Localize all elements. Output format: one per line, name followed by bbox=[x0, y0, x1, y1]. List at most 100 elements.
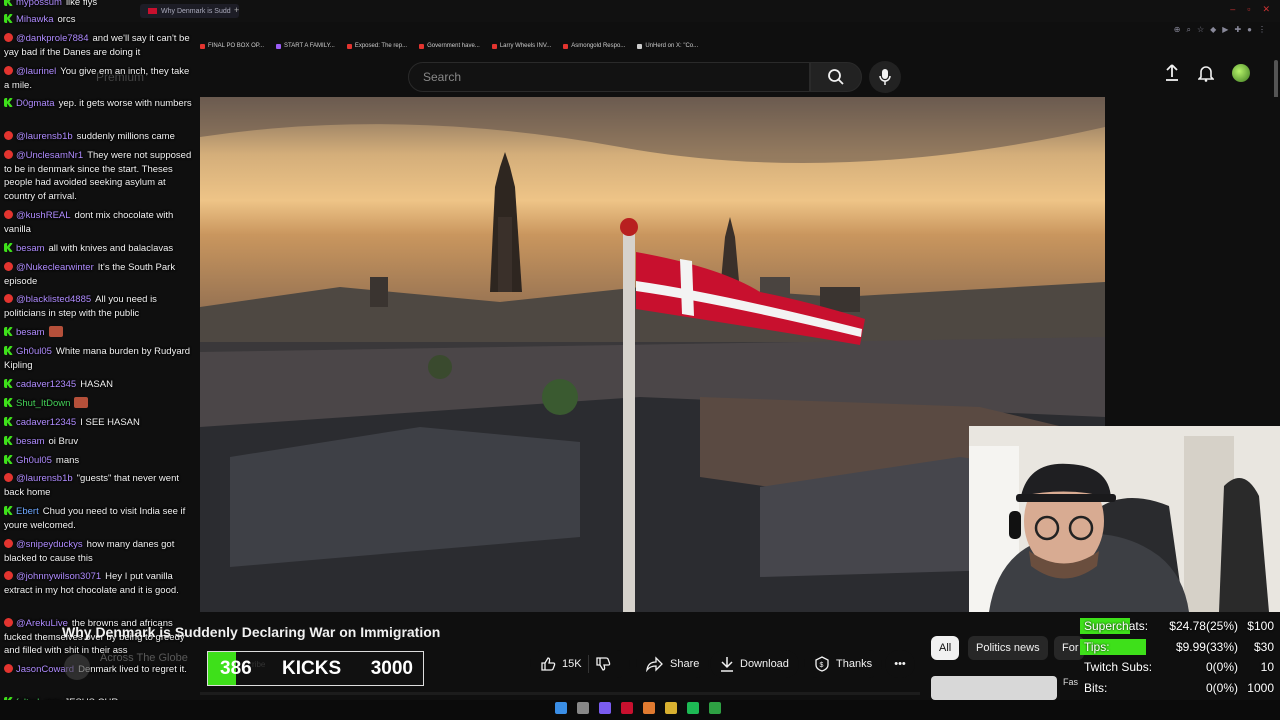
minimize-icon[interactable]: – bbox=[1230, 4, 1235, 15]
search-box[interactable] bbox=[408, 62, 810, 92]
chat-message: @laurensb1b suddenly millions came bbox=[4, 130, 196, 144]
profile-icon[interactable]: ● bbox=[1247, 25, 1252, 35]
twitch-app-icon[interactable] bbox=[599, 702, 611, 714]
description-box-edge bbox=[200, 692, 920, 695]
chat-username[interactable]: @johnnywilson3071 bbox=[16, 571, 101, 582]
kicks-current: 386 bbox=[220, 658, 252, 679]
chat-message: Ebert Chud you need to visit India see if… bbox=[4, 505, 196, 532]
zoom-icon[interactable]: ⊕ bbox=[1174, 25, 1181, 35]
chat-username[interactable]: mypossum bbox=[16, 0, 62, 8]
new-tab-button[interactable]: + bbox=[234, 5, 239, 15]
recommended-thumbnail[interactable] bbox=[931, 676, 1057, 700]
notifications-bell-icon[interactable] bbox=[1198, 64, 1214, 82]
more-actions-button[interactable]: ••• bbox=[885, 650, 915, 678]
subscribe-button-fragment[interactable]: ribe bbox=[252, 660, 265, 669]
channel-name[interactable]: Across The Globe bbox=[100, 652, 188, 664]
search-button[interactable] bbox=[810, 62, 862, 92]
goal-value: $9.99(33%) bbox=[1175, 639, 1238, 654]
chat-username[interactable]: besam bbox=[16, 243, 45, 254]
download-label: Download bbox=[740, 658, 789, 670]
share-button[interactable]: Share bbox=[636, 650, 710, 678]
bookmark-star-icon[interactable]: ☆ bbox=[1197, 25, 1204, 35]
bookmark-item[interactable]: Government have... bbox=[419, 43, 480, 49]
download-button[interactable]: Download bbox=[710, 650, 799, 678]
menu-icon[interactable]: ⋮ bbox=[1258, 25, 1266, 35]
kick-icon bbox=[4, 417, 13, 426]
kicks-label: KICKS bbox=[282, 658, 342, 679]
search-icon bbox=[828, 69, 844, 85]
upload-icon[interactable] bbox=[1164, 64, 1180, 82]
bookmark-favicon-icon bbox=[200, 43, 205, 49]
chat-username[interactable]: Shut_ItDown bbox=[16, 398, 70, 409]
chat-username[interactable]: @UnclesamNr1 bbox=[16, 150, 83, 161]
chip-politics-news[interactable]: Politics news bbox=[968, 636, 1048, 660]
chat-username[interactable]: cadaver12345 bbox=[16, 379, 76, 390]
chat-username[interactable]: Ebert bbox=[16, 506, 39, 517]
header-actions bbox=[1164, 64, 1250, 82]
chat-username[interactable]: Gh0ul05 bbox=[16, 455, 52, 466]
thanks-button[interactable]: $ Thanks bbox=[804, 650, 883, 678]
search-input[interactable] bbox=[421, 69, 809, 85]
windows-start-icon[interactable] bbox=[555, 702, 567, 714]
bookmark-item[interactable]: Asmongold Respo... bbox=[563, 43, 625, 49]
dislike-icon[interactable] bbox=[595, 656, 611, 672]
bookmark-item[interactable]: UnHerd on X: "Co... bbox=[637, 43, 698, 49]
chat-username[interactable]: @laurensb1b bbox=[16, 473, 73, 484]
bookmark-favicon-icon bbox=[276, 43, 282, 49]
share-icon bbox=[646, 656, 663, 672]
like-icon[interactable] bbox=[540, 656, 556, 672]
bookmark-item[interactable]: Larry Wheels INV... bbox=[491, 43, 552, 49]
bookmark-favicon-icon bbox=[563, 43, 569, 49]
chat-username[interactable]: Mihawka bbox=[16, 14, 54, 25]
obs-app-icon[interactable] bbox=[621, 702, 633, 714]
extensions-bar: ⊕ ⌕ ☆ ◆ ▶ ✚ ● ⋮ bbox=[1174, 25, 1266, 35]
chat-message: besam all with knives and balaclavas bbox=[4, 242, 196, 256]
chat-username[interactable]: besam bbox=[16, 327, 45, 338]
search-page-icon[interactable]: ⌕ bbox=[1186, 25, 1190, 35]
bookmark-item[interactable]: START A FAMILY... bbox=[276, 43, 335, 49]
kick-icon bbox=[4, 14, 13, 23]
kick-app-icon[interactable] bbox=[709, 702, 721, 714]
chat-username[interactable]: @ArekuLive bbox=[16, 618, 68, 629]
play-extension-icon[interactable]: ▶ bbox=[1222, 25, 1228, 35]
like-count[interactable]: 15K bbox=[562, 658, 582, 670]
chat-username[interactable]: @laurinel bbox=[16, 66, 56, 77]
bookmark-item[interactable]: FINAL PO BOX OP... bbox=[200, 43, 264, 49]
chat-overlay: mypossum like flys Mihawka orcs @dankprole78… bbox=[0, 0, 198, 720]
bookmark-label: UnHerd on X: "Co... bbox=[645, 43, 699, 49]
chat-username[interactable]: @kushREAL bbox=[16, 210, 71, 221]
close-icon[interactable]: ✕ bbox=[1262, 4, 1270, 15]
taskbar-search-icon[interactable] bbox=[577, 702, 589, 714]
puzzle-icon[interactable]: ✚ bbox=[1234, 25, 1241, 35]
kick-icon bbox=[4, 455, 13, 464]
chat-username[interactable]: @Nukeclearwinter bbox=[16, 262, 94, 273]
youtube-icon bbox=[4, 33, 13, 42]
bookmark-label: Larry Wheels INV... bbox=[499, 43, 552, 49]
chat-username[interactable]: cadaver12345 bbox=[16, 417, 76, 428]
maximize-icon[interactable]: ▫ bbox=[1247, 4, 1250, 15]
account-avatar[interactable] bbox=[1232, 64, 1250, 82]
chat-username[interactable]: Gh0ul05 bbox=[16, 346, 52, 357]
recommended-title[interactable]: Fas bbox=[1063, 677, 1078, 687]
extension-icon[interactable]: ◆ bbox=[1210, 25, 1216, 35]
more-icon: ••• bbox=[894, 658, 906, 670]
kick-icon bbox=[4, 398, 13, 407]
spotify-app-icon[interactable] bbox=[687, 702, 699, 714]
chat-message: @kushREAL dont mix chocolate with vanilla bbox=[4, 209, 196, 236]
chat-username[interactable]: @laurensb1b bbox=[16, 131, 73, 142]
kick-icon bbox=[4, 506, 13, 515]
chat-username[interactable]: @snipeyduckys bbox=[16, 539, 83, 550]
channel-avatar[interactable] bbox=[64, 654, 90, 680]
youtube-icon bbox=[4, 150, 13, 159]
chat-username[interactable]: besam bbox=[16, 436, 45, 447]
chat-username[interactable]: @dankprole7884 bbox=[16, 33, 89, 44]
goal-total: $30 bbox=[1253, 639, 1274, 654]
chat-username[interactable]: D0gmata bbox=[16, 98, 55, 109]
voice-search-button[interactable] bbox=[869, 61, 901, 93]
emote-icon bbox=[48, 326, 63, 337]
chip-all[interactable]: All bbox=[931, 636, 960, 660]
bookmark-item[interactable]: Exposed: The rep... bbox=[346, 43, 407, 49]
chrome-app-icon[interactable] bbox=[643, 702, 655, 714]
chat-username[interactable]: @blacklisted4885 bbox=[16, 294, 91, 305]
file-explorer-icon[interactable] bbox=[665, 702, 677, 714]
